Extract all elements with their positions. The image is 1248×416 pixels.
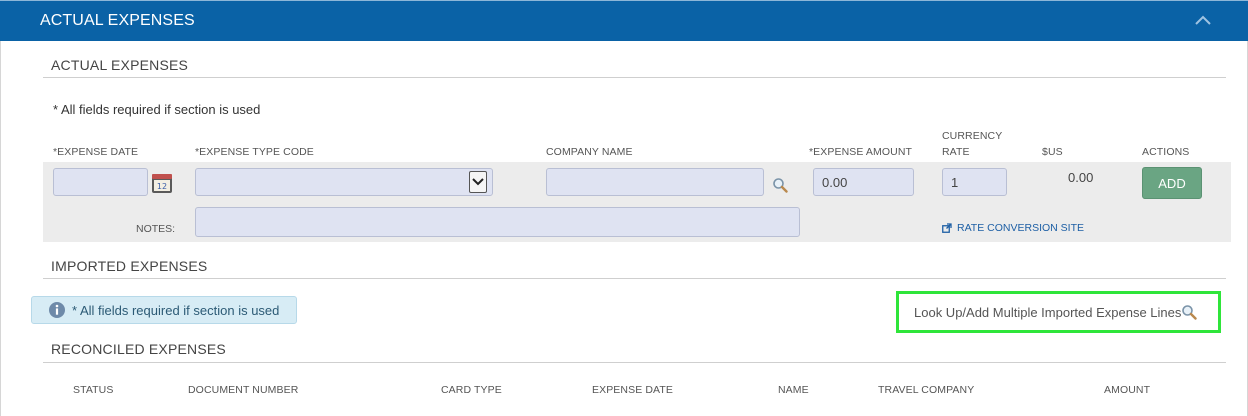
- currency-rate-input[interactable]: [942, 168, 1007, 196]
- calendar-icon: 12: [152, 174, 172, 193]
- magnifier-icon: [773, 178, 788, 193]
- notes-input[interactable]: [195, 207, 800, 237]
- expense-type-code-value: [195, 168, 493, 196]
- reconciled-expenses-heading: RECONCILED EXPENSES: [51, 341, 226, 357]
- label-expense-date: *EXPENSE DATE: [53, 146, 139, 158]
- imported-expenses-heading: IMPORTED EXPENSES: [51, 258, 208, 274]
- section-divider: [43, 362, 1226, 363]
- info-notice-text: * All fields required if section is used: [72, 302, 280, 318]
- collapse-button[interactable]: [1190, 9, 1216, 31]
- expense-date-input[interactable]: [53, 168, 148, 196]
- usd-value: 0.00: [1068, 170, 1094, 185]
- expense-type-code-select[interactable]: [195, 168, 493, 196]
- required-note: * All fields required if section is used: [53, 102, 261, 117]
- expense-amount-input[interactable]: [813, 168, 914, 196]
- calendar-button[interactable]: 12: [151, 172, 173, 194]
- column-header-expense-date: EXPENSE DATE: [592, 384, 673, 396]
- actual-expenses-heading: ACTUAL EXPENSES: [51, 57, 189, 73]
- info-notice: * All fields required if section is used: [31, 296, 297, 324]
- section-divider: [43, 77, 1226, 78]
- magnifier-icon: [1182, 305, 1198, 320]
- label-expense-type-code: *EXPENSE TYPE CODE: [195, 146, 314, 158]
- rate-conversion-link[interactable]: RATE CONVERSION SITE: [942, 222, 1084, 234]
- column-header-status: STATUS: [73, 384, 114, 396]
- column-header-card-type: CARD TYPE: [441, 384, 502, 396]
- column-header-travel-company: TRAVEL COMPANY: [878, 384, 975, 396]
- rate-conversion-link-label: RATE CONVERSION SITE: [957, 222, 1084, 234]
- company-search-button[interactable]: [772, 177, 788, 193]
- label-currency-rate-line2: RATE: [942, 146, 970, 158]
- panel-title: ACTUAL EXPENSES: [40, 12, 195, 29]
- add-button[interactable]: ADD: [1142, 167, 1202, 199]
- section-divider: [43, 278, 1226, 279]
- label-currency-rate-line1: CURRENCY: [942, 130, 1003, 142]
- chevron-up-icon: [1195, 15, 1211, 25]
- select-dropdown-button[interactable]: [469, 171, 487, 193]
- column-header-document-number: DOCUMENT NUMBER: [188, 384, 299, 396]
- lookup-imported-expenses-label: Look Up/Add Multiple Imported Expense Li…: [914, 304, 1182, 320]
- lookup-imported-expenses-link[interactable]: Look Up/Add Multiple Imported Expense Li…: [896, 291, 1221, 333]
- info-icon: [49, 302, 65, 318]
- notes-label: NOTES:: [136, 223, 176, 235]
- external-link-icon: [942, 223, 952, 233]
- column-header-name: NAME: [778, 384, 809, 396]
- column-header-amount: AMOUNT: [1104, 384, 1151, 396]
- label-expense-amount: *EXPENSE AMOUNT: [809, 146, 913, 158]
- label-usd: $US: [1042, 146, 1063, 158]
- company-name-input[interactable]: [546, 168, 764, 196]
- label-actions: ACTIONS: [1142, 146, 1190, 158]
- label-company-name: COMPANY NAME: [546, 146, 633, 158]
- chevron-down-icon: [472, 178, 484, 186]
- panel-header: ACTUAL EXPENSES: [0, 0, 1248, 41]
- svg-text:12: 12: [157, 182, 167, 191]
